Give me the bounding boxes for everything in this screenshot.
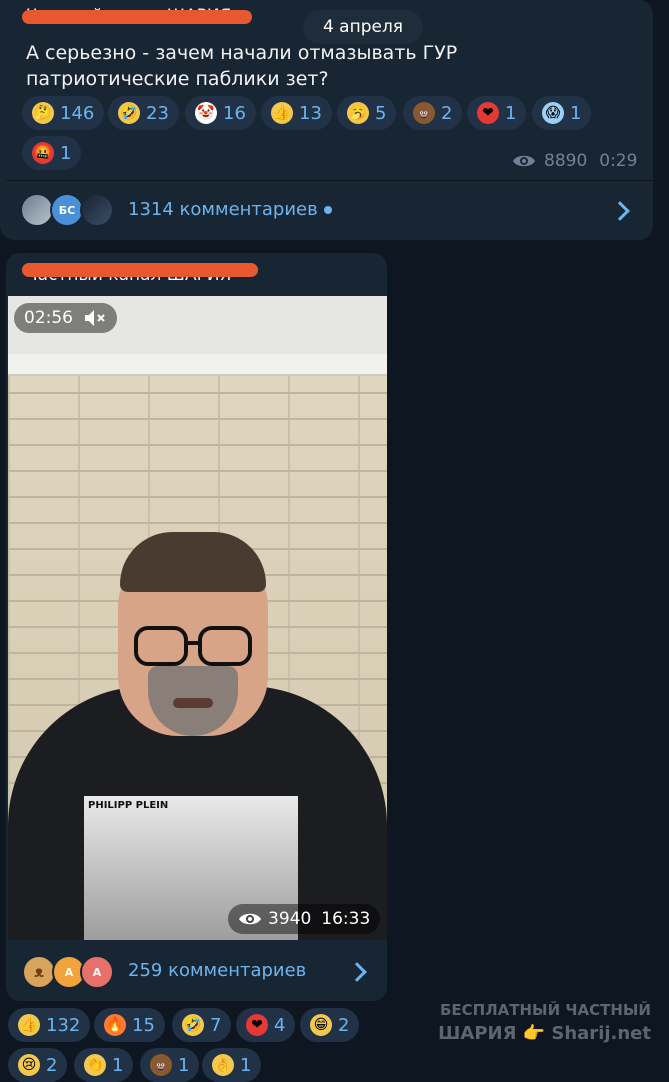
avatar: А bbox=[80, 955, 114, 989]
reaction-emoji-icon: 👌 bbox=[212, 1054, 234, 1076]
post-time: 16:33 bbox=[321, 909, 371, 929]
reaction-emoji-icon: 😢 bbox=[18, 1054, 40, 1076]
video-frame bbox=[198, 626, 252, 666]
divider bbox=[6, 180, 653, 181]
reaction-chip[interactable]: 🤣 7 bbox=[172, 1008, 232, 1042]
reaction-emoji-icon: 🥱 bbox=[347, 102, 369, 124]
reaction-count: 1 bbox=[60, 142, 72, 164]
avatar bbox=[80, 193, 114, 227]
reaction-count: 4 bbox=[274, 1014, 286, 1036]
video-meta: 3940 16:33 bbox=[228, 904, 381, 934]
message-text: А серьезно - зачем начали отмазывать ГУР… bbox=[26, 42, 458, 90]
reaction-chip[interactable]: 👌 1 bbox=[202, 1048, 262, 1082]
reaction-chip[interactable]: 🥱 5 bbox=[337, 96, 397, 130]
reaction-chip[interactable]: 😱 1 bbox=[532, 96, 592, 130]
video-frame bbox=[120, 532, 266, 592]
reaction-count: 16 bbox=[223, 102, 246, 124]
reaction-chip[interactable]: ❤ 1 bbox=[467, 96, 527, 130]
reaction-chip[interactable]: 🤬 1 bbox=[22, 136, 82, 170]
reaction-chip[interactable]: ❤ 4 bbox=[236, 1008, 296, 1042]
reaction-emoji-icon: 🤡 bbox=[195, 102, 217, 124]
reaction-count: 1 bbox=[178, 1054, 190, 1076]
reaction-emoji-icon: 🤬 bbox=[32, 142, 54, 164]
reaction-chip[interactable]: 👍 13 bbox=[261, 96, 332, 130]
shirt-print-text: PHILIPP PLEIN bbox=[88, 800, 169, 811]
reaction-count: 1 bbox=[505, 102, 517, 124]
reaction-chip[interactable]: 😁 2 bbox=[300, 1008, 360, 1042]
avatar: ᴥ bbox=[22, 955, 56, 989]
video-frame bbox=[134, 626, 188, 666]
reaction-emoji-icon: 👍 bbox=[271, 102, 293, 124]
watermark-line: ШАРИЯ 👉 Sharij.net bbox=[438, 1023, 651, 1044]
reaction-chip[interactable]: 💩 2 bbox=[403, 96, 463, 130]
reaction-chip[interactable]: 🔥 15 bbox=[94, 1008, 165, 1042]
post-time: 0:29 bbox=[599, 151, 638, 171]
reaction-chip[interactable]: 🤡 16 bbox=[185, 96, 256, 130]
reaction-count: 7 bbox=[210, 1014, 222, 1036]
unread-dot bbox=[323, 206, 332, 214]
reaction-chip[interactable]: 👍 132 bbox=[8, 1008, 91, 1042]
reaction-emoji-icon: 🤔 bbox=[32, 102, 54, 124]
reaction-emoji-icon: 🤣 bbox=[118, 102, 140, 124]
redaction-mark bbox=[22, 10, 252, 24]
reaction-emoji-icon: 💩 bbox=[413, 102, 435, 124]
reaction-emoji-icon: 🤣 bbox=[182, 1014, 204, 1036]
reaction-count: 146 bbox=[60, 102, 95, 124]
reaction-count: 13 bbox=[299, 102, 322, 124]
eye-icon bbox=[239, 913, 261, 925]
reaction-emoji-icon: 👍 bbox=[18, 1014, 40, 1036]
video-duration-pill[interactable]: 02:56 bbox=[14, 303, 117, 333]
comments-count: 1314 комментариев bbox=[128, 199, 318, 220]
reaction-count: 1 bbox=[240, 1054, 252, 1076]
reaction-emoji-icon: ❤ bbox=[477, 102, 499, 124]
reaction-emoji-icon: 💩 bbox=[150, 1054, 172, 1076]
eye-icon bbox=[513, 155, 535, 167]
reaction-count: 132 bbox=[46, 1014, 81, 1036]
reaction-count: 2 bbox=[338, 1014, 350, 1036]
reaction-chip[interactable]: 🤔 146 bbox=[22, 96, 105, 130]
reaction-chip[interactable]: 😢 2 bbox=[8, 1048, 68, 1082]
view-count: 3940 bbox=[268, 909, 312, 929]
reaction-chip[interactable]: 👏 1 bbox=[74, 1048, 134, 1082]
redaction-mark bbox=[22, 263, 258, 277]
watermark: БЕСПЛАТНЫЙ ЧАСТНЫЙ ШАРИЯ 👉 Sharij.net bbox=[438, 998, 651, 1046]
comments-count[interactable]: 259 комментариев bbox=[128, 960, 306, 981]
cat-icon: ᴥ bbox=[34, 962, 44, 981]
reaction-count: 1 bbox=[570, 102, 582, 124]
message-meta: 8890 0:29 bbox=[512, 151, 637, 171]
reaction-count: 1 bbox=[112, 1054, 124, 1076]
reaction-emoji-icon: 😁 bbox=[310, 1014, 332, 1036]
view-count: 8890 bbox=[544, 151, 588, 171]
reaction-count: 2 bbox=[46, 1054, 58, 1076]
reaction-emoji-icon: ❤ bbox=[246, 1014, 268, 1036]
reaction-count: 23 bbox=[146, 102, 169, 124]
reaction-chip[interactable]: 💩 1 bbox=[140, 1048, 200, 1082]
reaction-chip[interactable]: 🤣 23 bbox=[108, 96, 179, 130]
reaction-emoji-icon: 😱 bbox=[542, 102, 564, 124]
avatar: БС bbox=[50, 193, 84, 227]
reaction-emoji-icon: 🔥 bbox=[104, 1014, 126, 1036]
avatar bbox=[20, 193, 54, 227]
watermark-line: БЕСПЛАТНЫЙ ЧАСТНЫЙ bbox=[439, 1001, 651, 1019]
video-player[interactable]: PHILIPP PLEIN 02:56 3940 16:33 bbox=[8, 296, 387, 940]
video-duration: 02:56 bbox=[24, 308, 73, 328]
reaction-count: 2 bbox=[441, 102, 453, 124]
video-frame bbox=[8, 354, 387, 376]
video-frame bbox=[186, 641, 200, 645]
chevron-right-icon[interactable] bbox=[610, 201, 630, 221]
video-frame bbox=[173, 698, 213, 708]
mute-icon[interactable] bbox=[83, 308, 107, 328]
comments-link[interactable]: 1314 комментариев bbox=[128, 199, 332, 220]
date-separator: 4 апреля bbox=[303, 10, 423, 44]
reaction-count: 5 bbox=[375, 102, 387, 124]
reaction-emoji-icon: 👏 bbox=[84, 1054, 106, 1076]
reaction-count: 15 bbox=[132, 1014, 155, 1036]
